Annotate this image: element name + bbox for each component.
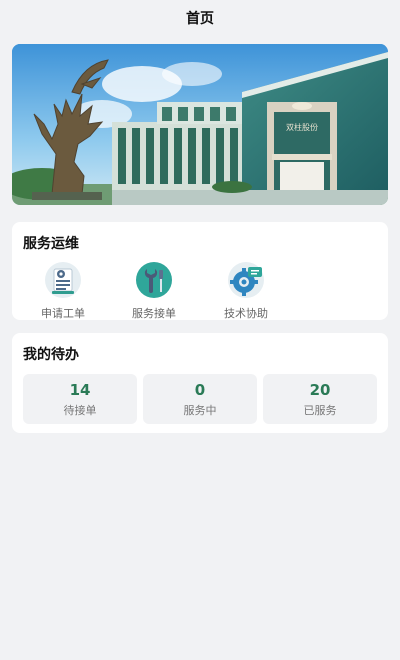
- pending-accept-count: 14: [69, 380, 91, 399]
- served-label: 已服务: [303, 403, 337, 417]
- gear-chat-icon: [227, 261, 265, 299]
- served-count: 20: [309, 380, 331, 399]
- apply-work-order-button[interactable]: 申请工单: [28, 261, 98, 321]
- service-ops-title: 服务运维: [23, 236, 79, 252]
- my-todo-card: 我的待办 14 待接单 0 服务中 20 已服务: [12, 333, 388, 433]
- pending-accept-label: 待接单: [63, 403, 97, 417]
- accept-service-order-label: 服务接单: [132, 307, 176, 320]
- service-ops-card: 服务运维 申请工单 服务接单 技术协助: [12, 222, 388, 320]
- my-todo-title: 我的待办: [23, 347, 79, 363]
- banner-image[interactable]: 双柱股份: [12, 44, 388, 205]
- wrench-screwdriver-icon: [135, 261, 173, 299]
- top-bar: 首页: [0, 0, 400, 36]
- accept-service-order-button[interactable]: 服务接单: [119, 261, 189, 321]
- tech-assist-label: 技术协助: [224, 307, 268, 320]
- building-sign: 双柱股份: [286, 122, 318, 132]
- todo-served[interactable]: 20 已服务: [263, 374, 377, 424]
- todo-in-service[interactable]: 0 服务中: [143, 374, 257, 424]
- todo-pending-accept[interactable]: 14 待接单: [23, 374, 137, 424]
- tech-assist-button[interactable]: 技术协助: [211, 261, 281, 321]
- page-title: 首页: [186, 11, 214, 27]
- in-service-count: 0: [194, 380, 206, 399]
- campus-building-photo: 双柱股份: [12, 44, 388, 205]
- document-gear-icon: [44, 261, 82, 299]
- in-service-label: 服务中: [183, 403, 217, 417]
- apply-work-order-label: 申请工单: [41, 307, 85, 320]
